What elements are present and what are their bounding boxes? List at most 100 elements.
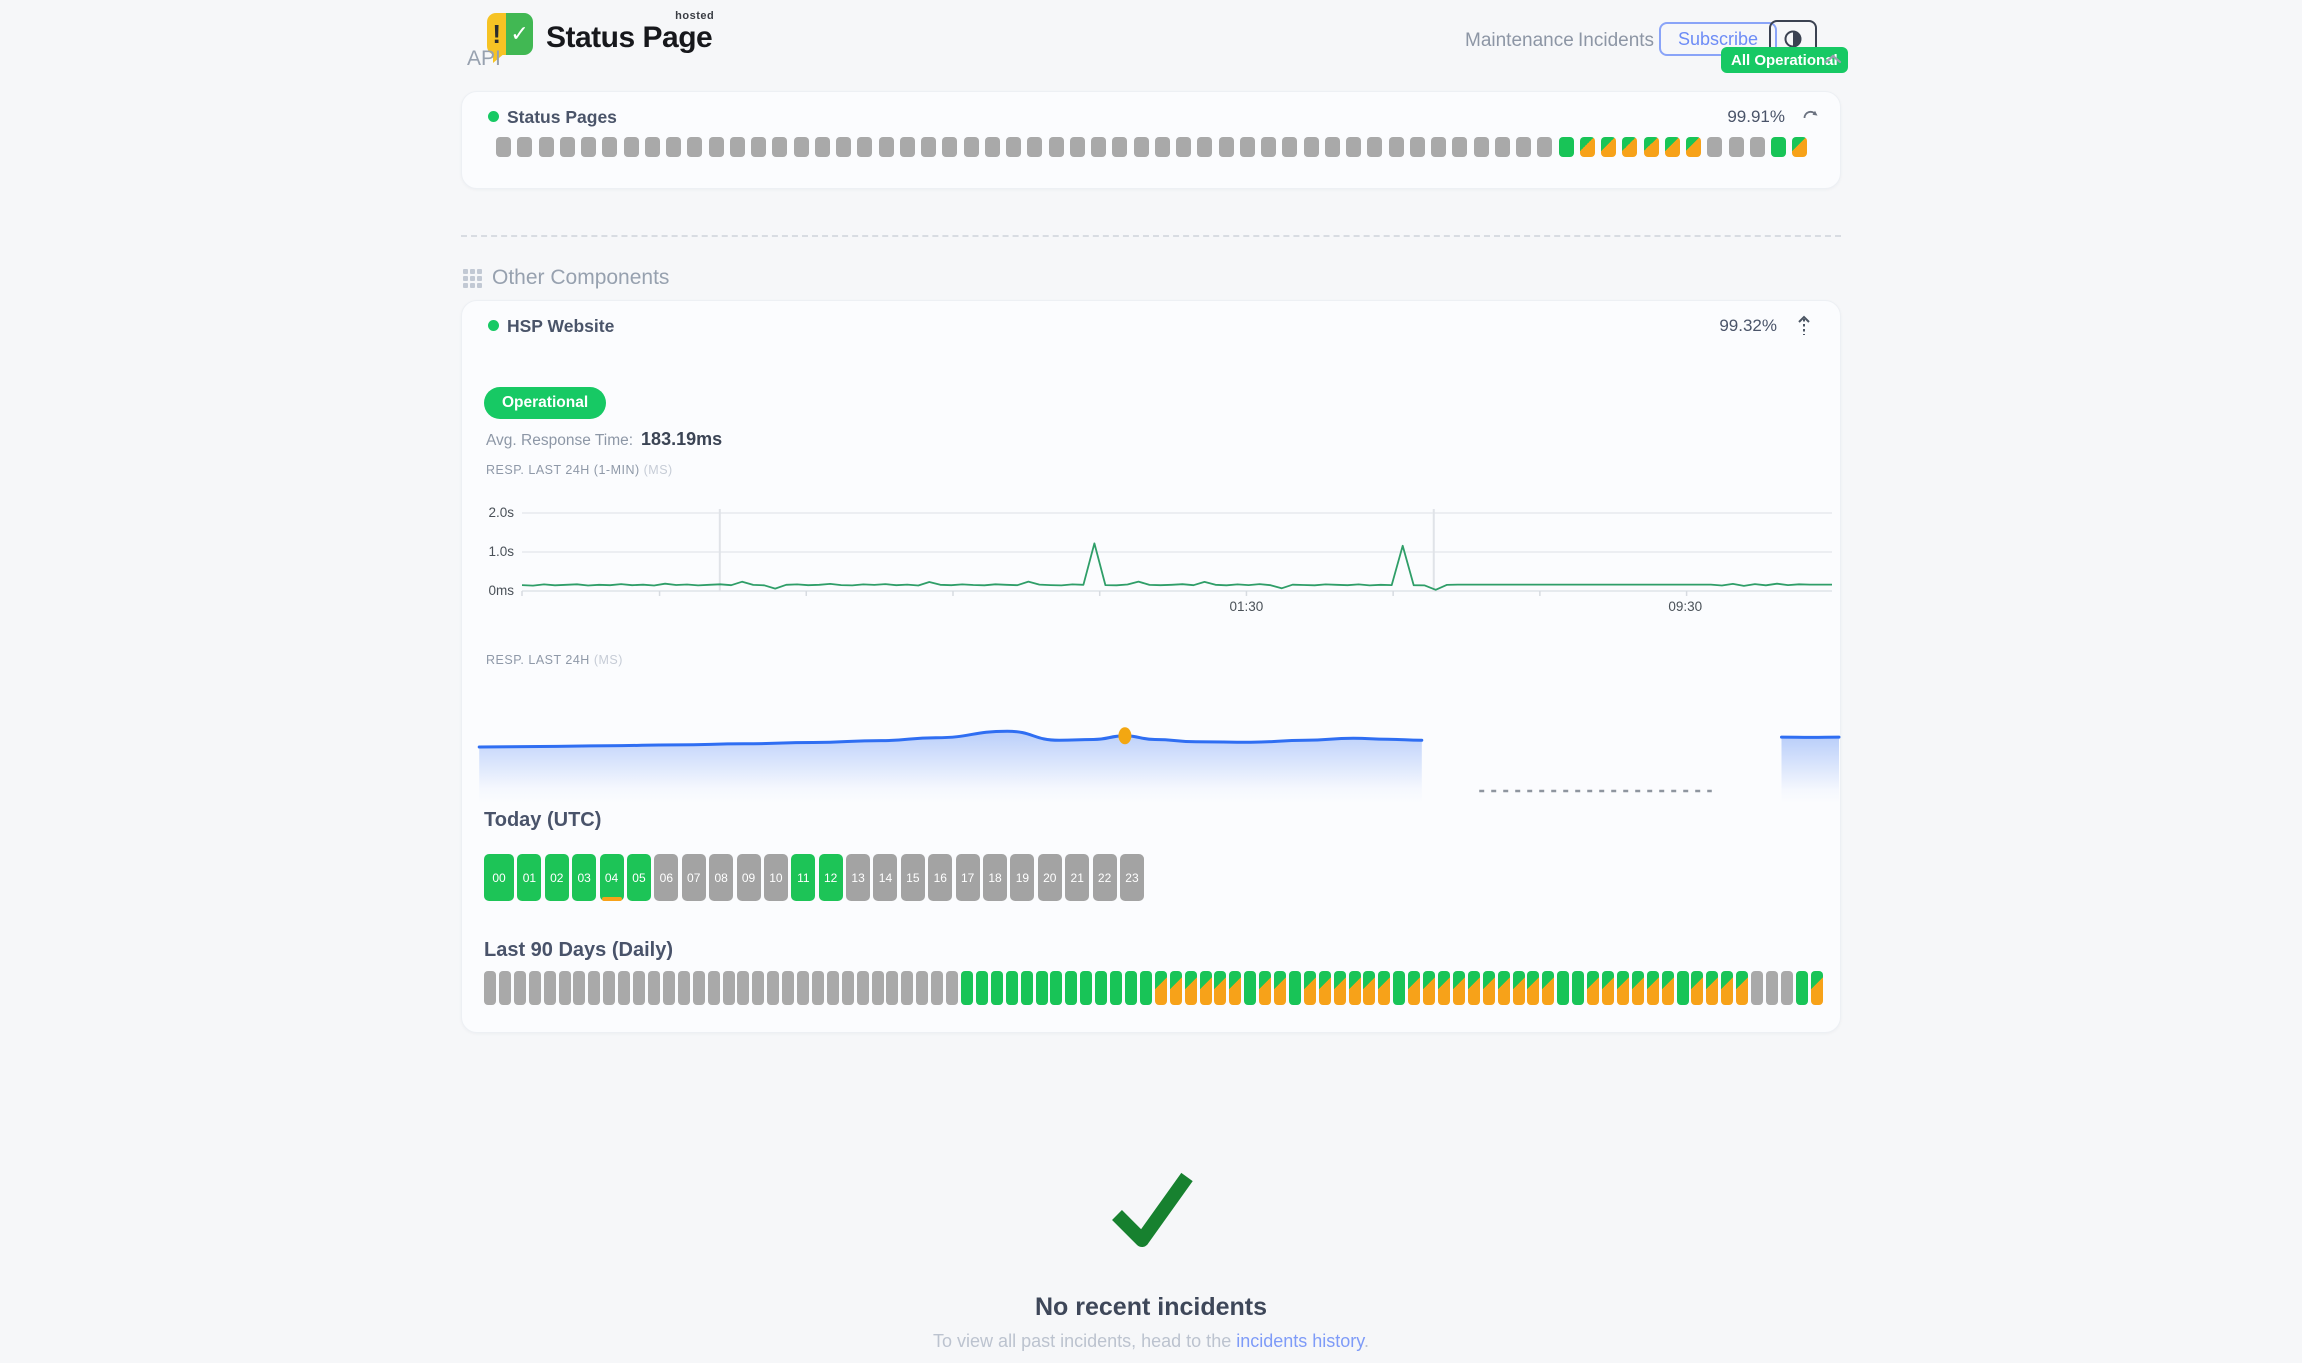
hour-block-10[interactable]: 10 xyxy=(764,854,788,901)
uptime-block-mixed[interactable] xyxy=(1408,971,1420,1005)
uptime-block-gray[interactable] xyxy=(1176,137,1191,157)
uptime-block-mixed[interactable] xyxy=(1662,971,1674,1005)
uptime-block-gray[interactable] xyxy=(931,971,943,1005)
uptime-block-green[interactable] xyxy=(1771,137,1786,157)
uptime-block-mixed[interactable] xyxy=(1647,971,1659,1005)
hour-block-00[interactable]: 00 xyxy=(484,854,514,901)
uptime-block-gray[interactable] xyxy=(560,137,575,157)
uptime-block-green[interactable] xyxy=(1080,971,1092,1005)
uptime-block-gray[interactable] xyxy=(693,971,705,1005)
uptime-block-gray[interactable] xyxy=(633,971,645,1005)
hour-block-02[interactable]: 02 xyxy=(545,854,569,901)
uptime-block-gray[interactable] xyxy=(517,137,532,157)
uptime-block-mixed[interactable] xyxy=(1542,971,1554,1005)
uptime-block-gray[interactable] xyxy=(1155,137,1170,157)
uptime-block-gray[interactable] xyxy=(581,137,596,157)
uptime-block-mixed[interactable] xyxy=(1601,137,1616,157)
uptime-block-gray[interactable] xyxy=(484,971,496,1005)
uptime-block-gray[interactable] xyxy=(812,971,824,1005)
uptime-block-gray[interactable] xyxy=(752,971,764,1005)
up-arrow-icon[interactable] xyxy=(1796,315,1812,342)
uptime-block-gray[interactable] xyxy=(723,971,735,1005)
uptime-block-green[interactable] xyxy=(1559,137,1574,157)
uptime-block-mixed[interactable] xyxy=(1229,971,1241,1005)
uptime-block-gray[interactable] xyxy=(1729,137,1744,157)
uptime-block-gray[interactable] xyxy=(603,971,615,1005)
uptime-block-gray[interactable] xyxy=(900,137,915,157)
hour-block-16[interactable]: 16 xyxy=(928,854,952,901)
uptime-block-mixed[interactable] xyxy=(1644,137,1659,157)
chevron-up-icon[interactable] xyxy=(1824,52,1842,70)
uptime-block-mixed[interactable] xyxy=(1155,971,1167,1005)
uptime-block-gray[interactable] xyxy=(1112,137,1127,157)
uptime-block-gray[interactable] xyxy=(1750,137,1765,157)
uptime-block-mixed[interactable] xyxy=(1274,971,1286,1005)
uptime-block-mixed[interactable] xyxy=(1527,971,1539,1005)
uptime-block-green[interactable] xyxy=(1050,971,1062,1005)
uptime-block-mixed[interactable] xyxy=(1304,971,1316,1005)
uptime-block-gray[interactable] xyxy=(1261,137,1276,157)
uptime-block-mixed[interactable] xyxy=(1498,971,1510,1005)
uptime-block-gray[interactable] xyxy=(842,971,854,1005)
hour-block-17[interactable]: 17 xyxy=(956,854,980,901)
uptime-block-gray[interactable] xyxy=(942,137,957,157)
uptime-block-green[interactable] xyxy=(1021,971,1033,1005)
uptime-block-gray[interactable] xyxy=(496,137,511,157)
hour-block-19[interactable]: 19 xyxy=(1010,854,1034,901)
uptime-block-mixed[interactable] xyxy=(1438,971,1450,1005)
uptime-block-gray[interactable] xyxy=(1410,137,1425,157)
hour-block-07[interactable]: 07 xyxy=(682,854,706,901)
uptime-block-gray[interactable] xyxy=(1474,137,1489,157)
response-time-1min-chart[interactable]: 2.0s1.0s0ms01:3009:30 xyxy=(462,501,1842,626)
uptime-block-gray[interactable] xyxy=(921,137,936,157)
uptime-block-green[interactable] xyxy=(1393,971,1405,1005)
uptime-block-gray[interactable] xyxy=(1219,137,1234,157)
uptime-block-gray[interactable] xyxy=(588,971,600,1005)
uptime-block-mixed[interactable] xyxy=(1580,137,1595,157)
uptime-block-mixed[interactable] xyxy=(1214,971,1226,1005)
uptime-block-gray[interactable] xyxy=(1452,137,1467,157)
uptime-block-green[interactable] xyxy=(991,971,1003,1005)
hour-block-06[interactable]: 06 xyxy=(654,854,678,901)
uptime-block-mixed[interactable] xyxy=(1200,971,1212,1005)
uptime-block-gray[interactable] xyxy=(1325,137,1340,157)
hour-block-01[interactable]: 01 xyxy=(517,854,541,901)
uptime-block-gray[interactable] xyxy=(645,137,660,157)
uptime-block-gray[interactable] xyxy=(797,971,809,1005)
hour-block-04[interactable]: 04 xyxy=(600,854,624,901)
hour-block-09[interactable]: 09 xyxy=(737,854,761,901)
response-time-avg-chart[interactable] xyxy=(462,691,1842,811)
hour-block-03[interactable]: 03 xyxy=(572,854,596,901)
uptime-block-green[interactable] xyxy=(1140,971,1152,1005)
uptime-block-gray[interactable] xyxy=(1346,137,1361,157)
uptime-block-gray[interactable] xyxy=(499,971,511,1005)
uptime-block-gray[interactable] xyxy=(1240,137,1255,157)
uptime-block-green[interactable] xyxy=(1065,971,1077,1005)
uptime-block-gray[interactable] xyxy=(1070,137,1085,157)
uptime-block-green[interactable] xyxy=(1110,971,1122,1005)
uptime-block-gray[interactable] xyxy=(815,137,830,157)
hour-block-14[interactable]: 14 xyxy=(873,854,897,901)
uptime-block-mixed[interactable] xyxy=(1483,971,1495,1005)
uptime-block-mixed[interactable] xyxy=(1453,971,1465,1005)
uptime-block-mixed[interactable] xyxy=(1602,971,1614,1005)
uptime-block-mixed[interactable] xyxy=(1587,971,1599,1005)
uptime-block-gray[interactable] xyxy=(857,971,869,1005)
uptime-block-gray[interactable] xyxy=(666,137,681,157)
uptime-block-gray[interactable] xyxy=(1049,137,1064,157)
uptime-block-mixed[interactable] xyxy=(1423,971,1435,1005)
uptime-block-mixed[interactable] xyxy=(1170,971,1182,1005)
uptime-block-gray[interactable] xyxy=(1537,137,1552,157)
hour-block-08[interactable]: 08 xyxy=(709,854,733,901)
uptime-block-gray[interactable] xyxy=(857,137,872,157)
hour-block-20[interactable]: 20 xyxy=(1038,854,1062,901)
uptime-block-green[interactable] xyxy=(1095,971,1107,1005)
uptime-block-mixed[interactable] xyxy=(1185,971,1197,1005)
uptime-block-mixed[interactable] xyxy=(1811,971,1823,1005)
uptime-block-gray[interactable] xyxy=(1006,137,1021,157)
uptime-block-gray[interactable] xyxy=(1516,137,1531,157)
uptime-block-mixed[interactable] xyxy=(1363,971,1375,1005)
uptime-block-gray[interactable] xyxy=(1134,137,1149,157)
uptime-block-gray[interactable] xyxy=(1282,137,1297,157)
uptime-block-gray[interactable] xyxy=(1197,137,1212,157)
